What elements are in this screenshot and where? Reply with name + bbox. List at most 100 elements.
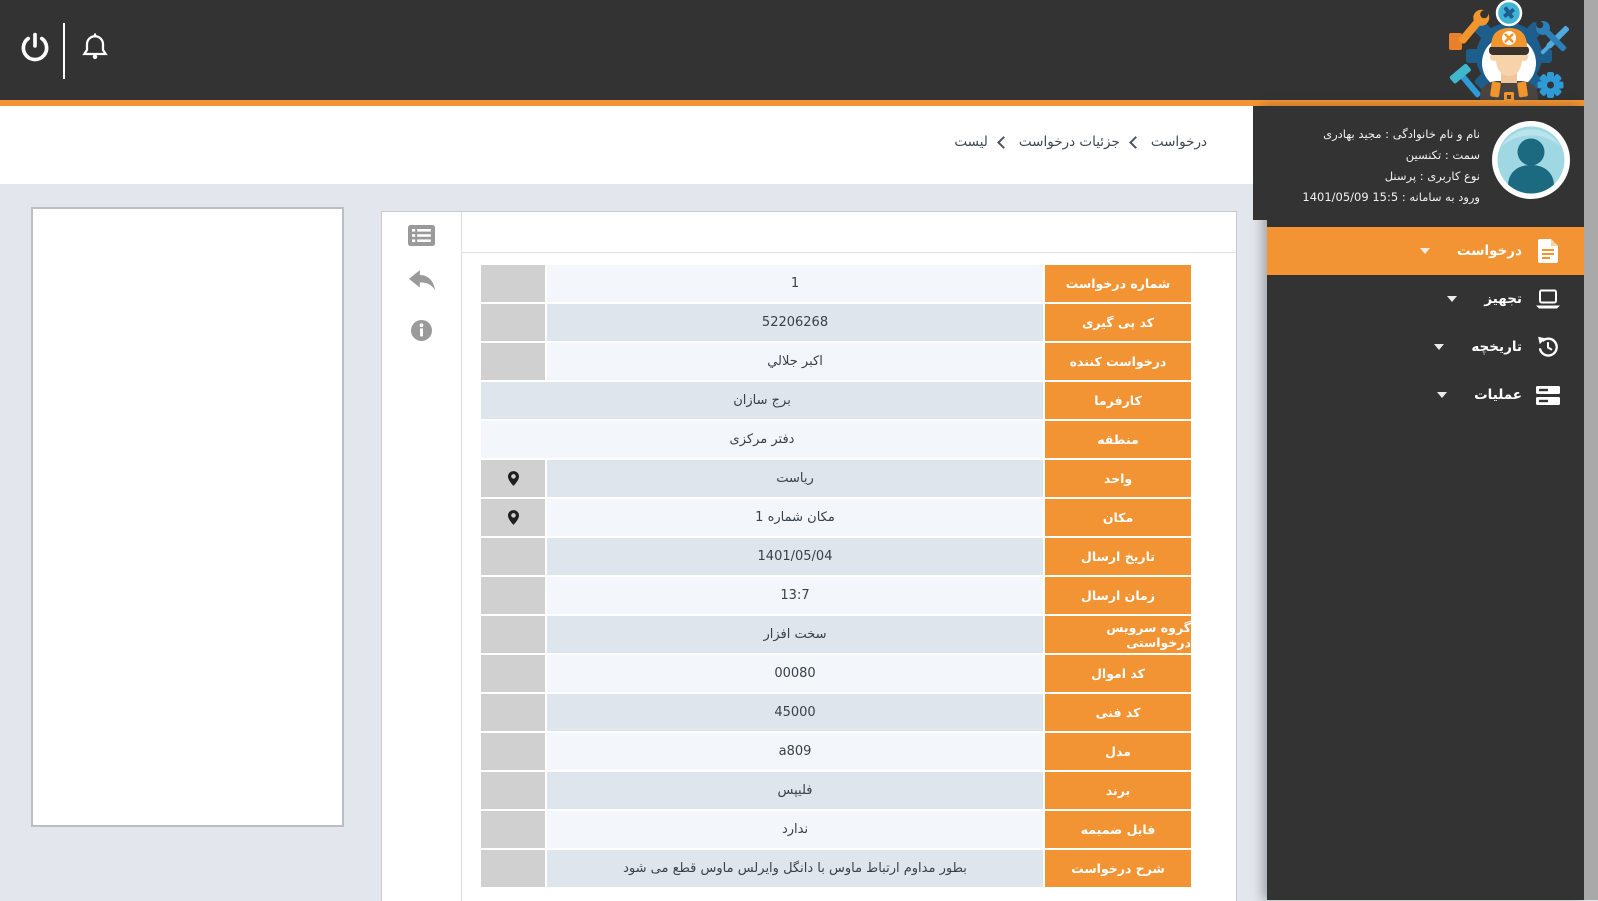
row-gray-cell-with-pin <box>481 460 545 497</box>
row-label: برند <box>1045 772 1191 809</box>
row-label: مکان <box>1045 499 1191 536</box>
table-row: کد اموال 00080 <box>481 655 1191 692</box>
list-details-button[interactable] <box>382 220 461 254</box>
row-gray-cell-with-pin <box>481 499 545 536</box>
sidebar-item-equipment[interactable]: تجهیز <box>1267 275 1584 323</box>
back-arrow-icon <box>408 270 435 296</box>
topbar <box>0 0 1598 100</box>
chevron-down-icon <box>1434 344 1445 350</box>
sidebar-item-request[interactable]: درخواست <box>1267 227 1589 275</box>
row-gray-cell <box>481 616 545 653</box>
bell-icon <box>79 31 111 69</box>
row-gray-cell <box>481 772 545 809</box>
sidebar-item-label: عملیات <box>1474 387 1522 403</box>
card-header <box>462 212 1236 253</box>
row-gray-cell <box>481 733 545 770</box>
row-value: 45000 <box>547 694 1043 731</box>
table-row: درخواست کننده اکبر جلالي <box>481 343 1191 380</box>
chevron-down-icon <box>1437 392 1448 398</box>
sidebar-menu: درخواست تجهیز تاریخچه عملیات <box>1267 227 1589 419</box>
row-label: درخواست کننده <box>1045 343 1191 380</box>
table-row: کد فنی 45000 <box>481 694 1191 731</box>
chevron-down-icon <box>1419 248 1430 254</box>
breadcrumb-item[interactable]: جزئیات درخواست <box>1019 134 1120 150</box>
topbar-divider <box>63 23 65 79</box>
mascot-illustration <box>1447 0 1582 100</box>
scrollbar[interactable] <box>1584 0 1598 900</box>
row-label: مدل <box>1045 733 1191 770</box>
sidebar-item-label: تاریخچه <box>1471 339 1522 355</box>
side-panel <box>31 207 344 827</box>
location-pin-icon <box>507 471 519 486</box>
row-value: برج سازان <box>481 382 1043 419</box>
list-details-icon <box>408 224 435 250</box>
row-label: گروه سرویس درخواستی <box>1045 616 1191 653</box>
row-gray-cell <box>481 304 545 341</box>
table-row: واحد ریاست <box>481 460 1191 497</box>
operations-icon <box>1536 385 1560 405</box>
row-value: 13:7 <box>547 577 1043 614</box>
user-panel: نام و نام خانوادگی : مجید بهادری سمت : ت… <box>1253 106 1584 220</box>
row-value: 00080 <box>547 655 1043 692</box>
row-value: سخت افزار <box>547 616 1043 653</box>
avatar <box>1492 121 1570 199</box>
row-value: مکان شماره 1 <box>547 499 1043 536</box>
breadcrumb: درخواست جزئیات درخواست لیست <box>954 134 1207 150</box>
sidebar-item-label: تجهیز <box>1484 291 1522 307</box>
user-position: سمت : تکنسین <box>1405 148 1480 162</box>
row-value: a809 <box>547 733 1043 770</box>
row-label: کد اموال <box>1045 655 1191 692</box>
table-row: تاریخ ارسال 1401/05/04 <box>481 538 1191 575</box>
row-value: 52206268 <box>547 304 1043 341</box>
info-button[interactable] <box>382 315 461 349</box>
row-value: ندارد <box>547 811 1043 848</box>
row-label: واحد <box>1045 460 1191 497</box>
table-row: مکان مکان شماره 1 <box>481 499 1191 536</box>
row-label: تاریخ ارسال <box>1045 538 1191 575</box>
row-gray-cell <box>481 577 545 614</box>
table-row: کارفرما برج سازان <box>481 382 1191 419</box>
breadcrumb-item[interactable]: درخواست <box>1151 134 1207 150</box>
breadcrumb-item[interactable]: لیست <box>954 134 988 150</box>
row-value: 1401/05/04 <box>547 538 1043 575</box>
sidebar-item-label: درخواست <box>1456 243 1522 259</box>
sidebar-item-history[interactable]: تاریخچه <box>1267 323 1584 371</box>
table-row: کد پی گیری 52206268 <box>481 304 1191 341</box>
sidebar <box>1267 106 1584 900</box>
back-button[interactable] <box>382 266 461 300</box>
row-value: دفتر مرکزی <box>481 421 1043 458</box>
power-button[interactable] <box>12 26 58 74</box>
notifications-button[interactable] <box>72 26 118 74</box>
row-gray-cell <box>481 343 545 380</box>
equipment-laptop-icon <box>1536 289 1560 309</box>
row-value: 1 <box>547 265 1043 302</box>
table-row: مدل a809 <box>481 733 1191 770</box>
power-icon <box>18 30 52 70</box>
breadcrumb-separator-icon <box>1128 135 1142 149</box>
row-label: زمان ارسال <box>1045 577 1191 614</box>
details-table: شماره درخواست 1 کد پی گیری 52206268 درخواست … <box>462 253 1236 901</box>
row-label: کد فنی <box>1045 694 1191 731</box>
row-gray-cell <box>481 538 545 575</box>
request-details-card: شماره درخواست 1 کد پی گیری 52206268 درخواست … <box>381 211 1237 901</box>
breadcrumb-separator-icon <box>997 135 1010 149</box>
table-row: شرح درخواست بطور مداوم ارتباط ماوس با دان… <box>481 850 1191 887</box>
row-gray-cell <box>481 265 545 302</box>
row-value: فلیپس <box>547 772 1043 809</box>
row-label: شرح درخواست <box>1045 850 1191 887</box>
row-label: منطقه <box>1045 421 1191 458</box>
table-row: برند فلیپس <box>481 772 1191 809</box>
table-row: گروه سرویس درخواستی سخت افزار <box>481 616 1191 653</box>
row-gray-cell <box>481 694 545 731</box>
request-document-icon <box>1536 239 1560 263</box>
table-row: زمان ارسال 13:7 <box>481 577 1191 614</box>
table-row: فایل ضمیمه ندارد <box>481 811 1191 848</box>
row-label: کارفرما <box>1045 382 1191 419</box>
sidebar-item-operations[interactable]: عملیات <box>1267 371 1584 419</box>
row-gray-cell <box>481 811 545 848</box>
table-row: شماره درخواست 1 <box>481 265 1191 302</box>
row-value: بطور مداوم ارتباط ماوس با دانگل وایرلس م… <box>547 850 1043 887</box>
history-icon <box>1536 336 1560 358</box>
row-value: ریاست <box>547 460 1043 497</box>
user-type: نوع کاربری : پرسنل <box>1384 169 1480 183</box>
